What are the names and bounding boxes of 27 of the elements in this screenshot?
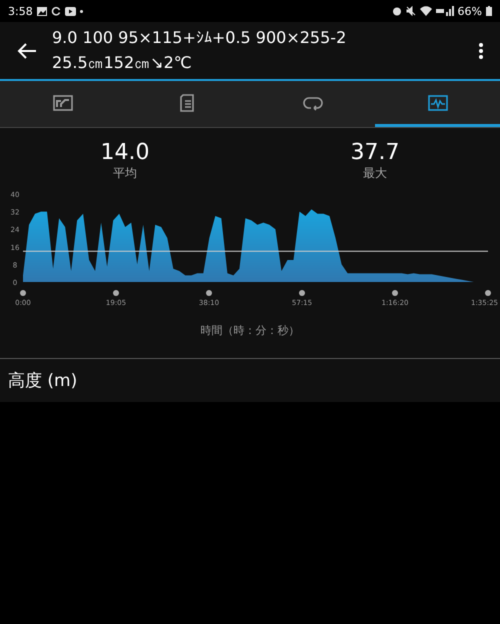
summary-icon — [52, 92, 72, 112]
x-tick-dot — [392, 290, 398, 296]
battery-icon — [486, 6, 492, 16]
more-options-icon[interactable] — [478, 42, 484, 60]
x-tick-dot — [20, 290, 26, 296]
activity-title: 25.5㎝152㎝↘2℃ — [52, 52, 193, 74]
status-time: 3:58 — [8, 4, 33, 18]
x-tick-dot — [485, 290, 491, 296]
battery-percent: 66% — [458, 4, 482, 18]
video-icon — [64, 6, 76, 16]
stat-label: 平均 — [113, 165, 137, 182]
sync-icon — [50, 6, 61, 16]
signal-icon — [436, 6, 454, 16]
charts-icon — [428, 92, 448, 112]
x-axis-label: 時間（時：分：秒） — [200, 324, 300, 337]
stat-value: 14.0 — [100, 140, 150, 165]
x-tick-dot — [299, 290, 305, 296]
x-tick-dot — [206, 290, 212, 296]
mute-icon — [406, 6, 416, 16]
activity-title: 9.0 100 95×115+ｼﾑ+0.5 900×255-2 — [52, 28, 348, 46]
stat-value: 37.7 — [350, 140, 400, 165]
section-title: 高度 (m) — [8, 371, 78, 391]
x-tick-dot — [113, 290, 119, 296]
image-icon — [36, 6, 47, 16]
wifi-icon — [420, 6, 432, 16]
dot-icon — [80, 10, 83, 12]
stat-label: 最大 — [363, 165, 387, 182]
